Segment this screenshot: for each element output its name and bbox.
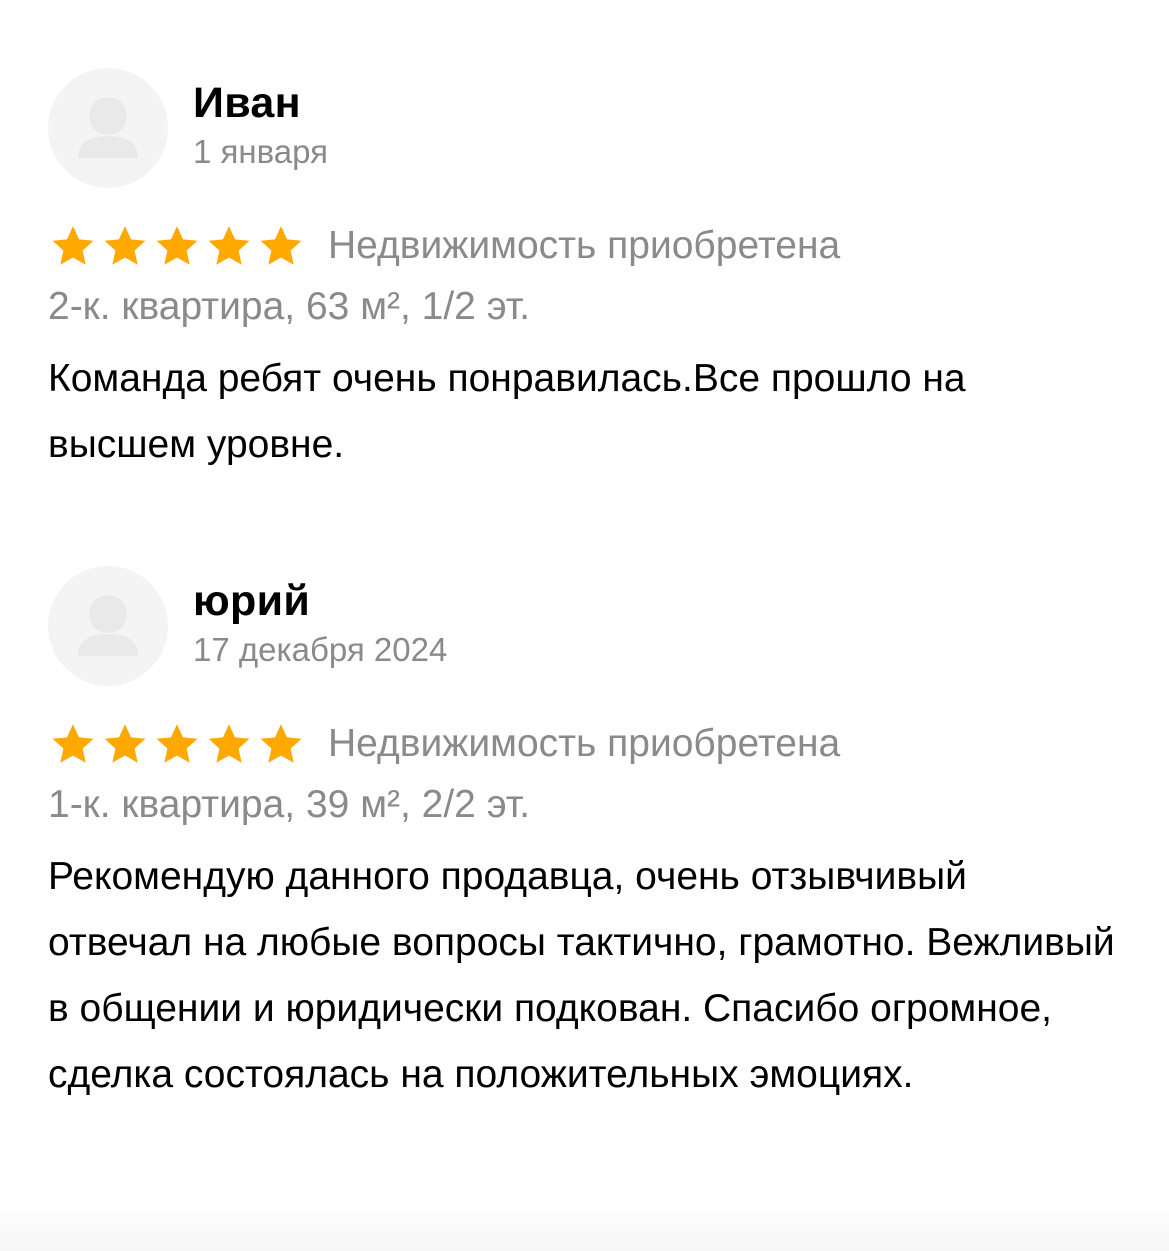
avatar[interactable] [48, 566, 168, 686]
deal-status: Недвижимость приобретена [328, 722, 841, 765]
author-block: юрий 17 декабря 2024 [193, 566, 447, 670]
review-header: юрий 17 декабря 2024 [48, 566, 1128, 686]
rating-row: Недвижимость приобретена [48, 216, 1128, 276]
review-date: 1 января [193, 133, 328, 170]
avatar[interactable] [48, 68, 168, 188]
review-card: юрий 17 декабря 2024 Недвижимость приобр… [48, 566, 1128, 1108]
review-text: Команда ребят очень понравилась.Все прош… [48, 357, 966, 466]
star-icon [100, 221, 150, 271]
review-header: Иван 1 января [48, 68, 1128, 188]
star-rating [48, 221, 306, 271]
deal-status: Недвижимость приобретена [328, 224, 841, 267]
property-details: 2-к. квартира, 63 м², 1/2 эт. [48, 285, 531, 328]
user-placeholder-icon [78, 97, 138, 158]
star-icon [48, 221, 98, 271]
star-icon [152, 719, 202, 769]
review-date: 17 декабря 2024 [193, 631, 448, 668]
star-icon [100, 719, 150, 769]
star-icon [256, 719, 306, 769]
star-icon [204, 719, 254, 769]
star-rating [48, 719, 306, 769]
star-icon [204, 221, 254, 271]
author-name[interactable]: Иван [193, 78, 328, 128]
rating-row: Недвижимость приобретена [48, 714, 1128, 774]
star-icon [256, 221, 306, 271]
bottom-fade [0, 1201, 1169, 1251]
user-placeholder-icon [78, 595, 138, 656]
star-icon [152, 221, 202, 271]
author-name[interactable]: юрий [193, 576, 447, 626]
property-details: 1-к. квартира, 39 м², 2/2 эт. [48, 783, 531, 826]
review-card: Иван 1 января Недвижимость приобретена 2… [48, 68, 1128, 478]
star-icon [48, 719, 98, 769]
author-block: Иван 1 января [193, 68, 328, 172]
review-text: Рекомендую данного продавца, очень отзыв… [48, 855, 1115, 1096]
